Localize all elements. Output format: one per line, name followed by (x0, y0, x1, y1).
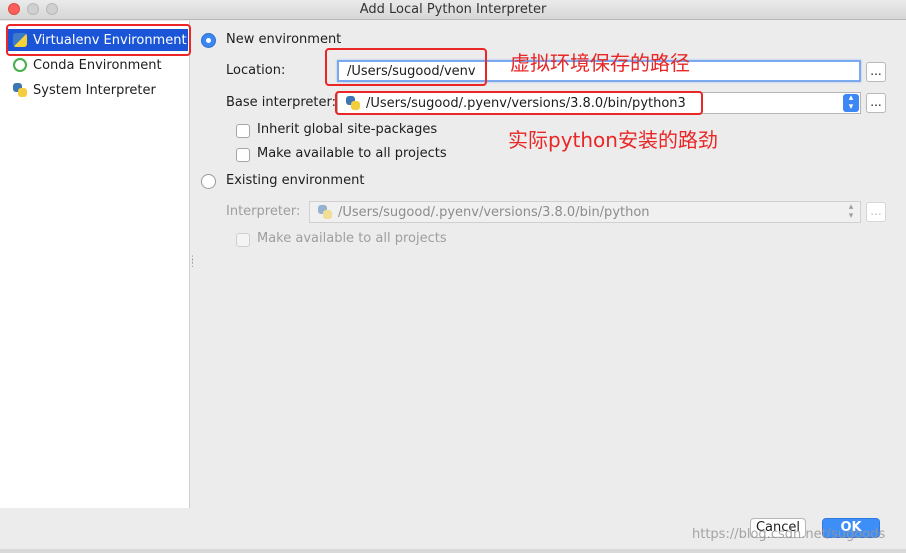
python-icon (13, 83, 27, 97)
annotation-highlight-base-interpreter (335, 91, 703, 115)
watermark: https://blog.csdn.net/sugoods (692, 527, 886, 542)
new-environment-radio[interactable] (201, 33, 216, 48)
sidebar: Virtualenv Environment Conda Environment… (0, 21, 190, 508)
existing-environment-radio[interactable] (201, 174, 216, 189)
conda-icon (13, 58, 27, 72)
sidebar-item-label: System Interpreter (33, 82, 156, 98)
interpreter-value: /Users/sugood/.pyenv/versions/3.8.0/bin/… (338, 204, 650, 220)
sidebar-item-conda[interactable]: Conda Environment (8, 54, 188, 76)
inherit-site-packages-checkbox[interactable] (236, 124, 250, 138)
sidebar-item-label: Conda Environment (33, 57, 162, 73)
sidebar-item-system[interactable]: System Interpreter (8, 79, 188, 101)
window-title: Add Local Python Interpreter (359, 2, 547, 17)
inherit-site-packages-label: Inherit global site-packages (257, 122, 438, 137)
base-interpreter-browse-button[interactable]: ... (866, 93, 886, 113)
interpreter-select[interactable]: /Users/sugood/.pyenv/versions/3.8.0/bin/… (309, 201, 861, 223)
interpreter-label: Interpreter: (226, 204, 301, 219)
chevron-updown-icon[interactable]: ▴ ▾ (843, 94, 859, 112)
annotation-location-note: 虚拟环境保存的路径 (510, 51, 690, 75)
make-available-label: Make available to all projects (257, 146, 447, 161)
location-browse-button[interactable]: ... (866, 62, 886, 82)
annotation-highlight-virtualenv (6, 24, 191, 56)
splitter-handle[interactable]: ⋮ ⋮ (188, 256, 197, 272)
location-label: Location: (226, 63, 286, 78)
interpreter-browse-button[interactable]: ... (866, 202, 886, 222)
annotation-highlight-location (325, 48, 487, 86)
base-interpreter-label: Base interpreter: (226, 95, 336, 110)
annotation-interpreter-note: 实际python安装的路劲 (508, 128, 718, 152)
new-environment-label: New environment (226, 32, 342, 47)
make-available-existing-label: Make available to all projects (257, 231, 447, 246)
make-available-existing-checkbox[interactable] (236, 233, 250, 247)
chevron-updown-icon[interactable]: ▴ ▾ (843, 203, 859, 221)
bottom-divider (0, 549, 906, 553)
make-available-checkbox[interactable] (236, 148, 250, 162)
python-icon (318, 205, 332, 219)
existing-environment-label: Existing environment (226, 173, 365, 188)
title-bar: Add Local Python Interpreter (0, 0, 906, 20)
